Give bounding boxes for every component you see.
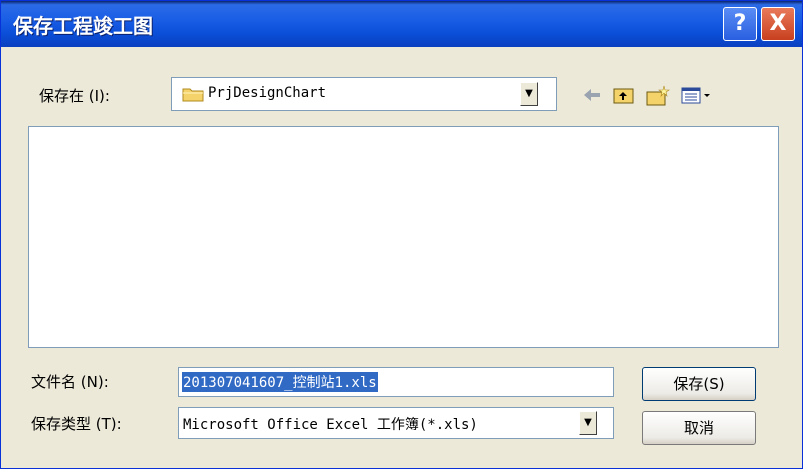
new-folder-icon[interactable]	[646, 85, 670, 107]
file-name-value: 201307041607_控制站1.xls	[182, 372, 378, 392]
back-arrow-icon[interactable]	[581, 85, 603, 105]
file-type-dropdown[interactable]: Microsoft Office Excel 工作簿(*.xls) ▼	[178, 407, 614, 439]
up-folder-icon[interactable]	[613, 85, 635, 105]
file-type-label: 保存类型 (T):	[31, 415, 122, 433]
help-button[interactable]: ?	[723, 7, 757, 41]
save-dialog: 保存工程竣工图 ? X 保存在 (I): PrjDesignChart ▼ 文件…	[0, 0, 803, 469]
save-button[interactable]: 保存(S)	[642, 367, 756, 401]
folder-icon	[182, 88, 204, 102]
view-menu-icon[interactable]	[681, 85, 713, 105]
file-name-label: 文件名 (N):	[31, 373, 109, 391]
save-in-folder-name: PrjDesignChart	[208, 85, 327, 101]
cancel-button[interactable]: 取消	[642, 411, 756, 445]
file-name-input[interactable]: 201307041607_控制站1.xls	[178, 367, 614, 397]
save-in-dropdown[interactable]: PrjDesignChart ▼	[171, 77, 557, 111]
save-in-label: 保存在 (I):	[39, 87, 110, 105]
close-button[interactable]: X	[761, 7, 795, 41]
file-list[interactable]	[28, 126, 779, 348]
file-type-value: Microsoft Office Excel 工作簿(*.xls)	[183, 417, 478, 433]
dialog-title: 保存工程竣工图	[13, 14, 153, 38]
title-bar[interactable]: 保存工程竣工图 ? X	[1, 1, 802, 47]
save-in-dropdown-arrow[interactable]: ▼	[520, 82, 538, 106]
file-type-dropdown-arrow[interactable]: ▼	[579, 411, 597, 435]
